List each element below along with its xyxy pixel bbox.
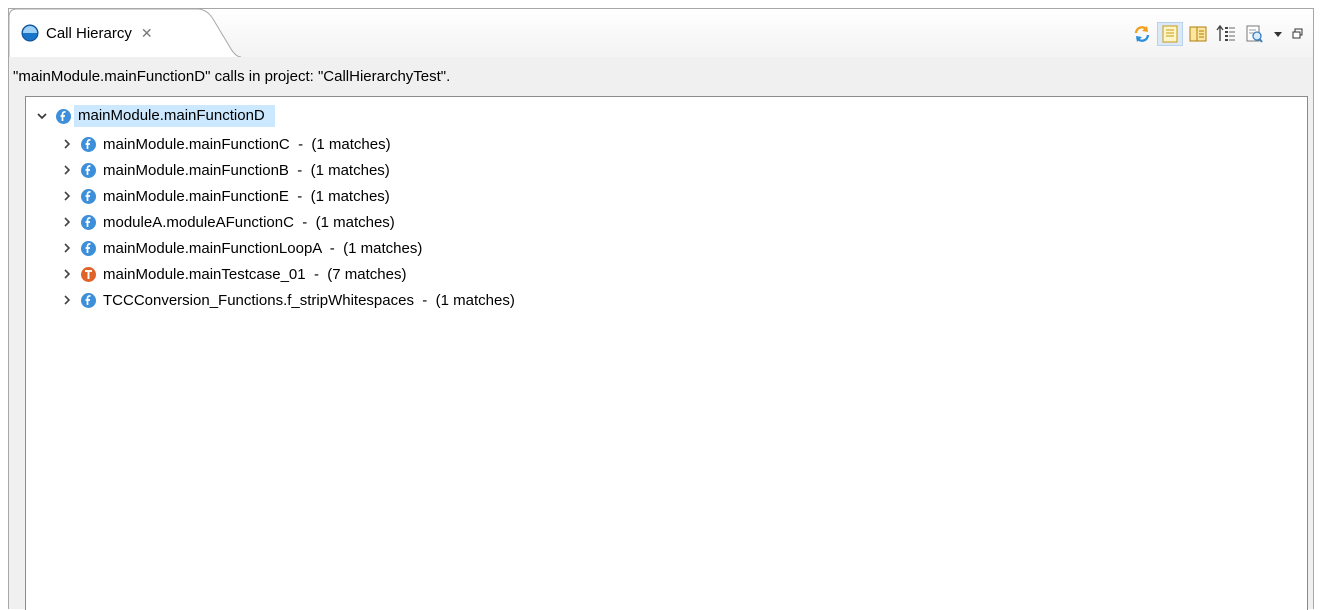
layout-button[interactable] — [1213, 22, 1239, 46]
function-icon — [80, 292, 97, 309]
view-toolbar — [1129, 22, 1307, 46]
close-tab-icon[interactable]: ✕ — [141, 25, 153, 42]
chevron-right-icon[interactable] — [56, 237, 78, 259]
chevron-right-icon[interactable] — [56, 289, 78, 311]
tab-title: Call Hierarcy — [46, 24, 132, 42]
tree-root-item[interactable]: mainModule.mainFunctionD — [31, 103, 275, 129]
function-icon — [80, 214, 97, 231]
tree-item[interactable]: mainModule.mainFunctionB - (1 matches) — [56, 157, 390, 183]
chevron-right-icon[interactable] — [56, 133, 78, 155]
function-icon — [80, 240, 97, 257]
tab-call-hierarchy[interactable]: Call Hierarcy ✕ — [9, 9, 241, 57]
tree-item-label: moduleA.moduleAFunctionC - (1 matches) — [103, 213, 395, 231]
chevron-right-icon[interactable] — [56, 159, 78, 181]
testcase-icon — [80, 266, 97, 283]
tree-item[interactable]: moduleA.moduleAFunctionC - (1 matches) — [56, 209, 395, 235]
show-callers-button[interactable] — [1157, 22, 1183, 46]
function-icon — [80, 136, 97, 153]
tree-item-label: TCCConversion_Functions.f_stripWhitespac… — [103, 291, 515, 309]
show-callees-icon — [1189, 26, 1207, 42]
minimize-view-icon — [1292, 28, 1303, 39]
tree-item-label: mainModule.mainFunctionC - (1 matches) — [103, 135, 391, 153]
function-icon — [80, 162, 97, 179]
chevron-down-icon[interactable] — [31, 105, 53, 127]
tree-item-label: mainModule.mainFunctionLoopA - (1 matche… — [103, 239, 423, 257]
tree-item[interactable]: mainModule.mainFunctionLoopA - (1 matche… — [56, 235, 422, 261]
call-hierarchy-tree[interactable]: mainModule.mainFunctionD mainModule.main… — [25, 96, 1308, 610]
tree-item-label: mainModule.mainFunctionE - (1 matches) — [103, 187, 390, 205]
history-button[interactable] — [1241, 22, 1267, 46]
refresh-button[interactable] — [1129, 22, 1155, 46]
view-menu-button[interactable] — [1269, 22, 1287, 46]
function-icon — [55, 108, 72, 125]
tree-item[interactable]: mainModule.mainTestcase_01 - (7 matches) — [56, 261, 406, 287]
chevron-right-icon[interactable] — [56, 263, 78, 285]
minimize-view-button[interactable] — [1289, 22, 1307, 46]
refresh-icon — [1134, 26, 1150, 42]
call-hierarchy-view: Call Hierarcy ✕ "mainModule.mainFunction… — [8, 8, 1314, 610]
tab-bar: Call Hierarcy ✕ — [9, 9, 1313, 57]
call-hierarchy-icon — [21, 24, 39, 42]
tree-item-label: mainModule.mainTestcase_01 - (7 matches) — [103, 265, 407, 283]
tree-item[interactable]: TCCConversion_Functions.f_stripWhitespac… — [56, 287, 515, 313]
chevron-right-icon[interactable] — [56, 185, 78, 207]
tree-item-label: mainModule.mainFunctionB - (1 matches) — [103, 161, 390, 179]
show-callers-icon — [1162, 25, 1178, 43]
layout-icon — [1216, 25, 1235, 41]
function-icon — [80, 188, 97, 205]
tree-root-label: mainModule.mainFunctionD — [74, 105, 275, 127]
chevron-right-icon[interactable] — [56, 211, 78, 233]
tree-item[interactable]: mainModule.mainFunctionE - (1 matches) — [56, 183, 390, 209]
hierarchy-caption: "mainModule.mainFunctionD" calls in proj… — [13, 68, 451, 85]
history-icon — [1246, 25, 1263, 43]
show-callees-button[interactable] — [1185, 22, 1211, 46]
view-menu-icon — [1274, 32, 1282, 37]
tree-item[interactable]: mainModule.mainFunctionC - (1 matches) — [56, 131, 391, 157]
